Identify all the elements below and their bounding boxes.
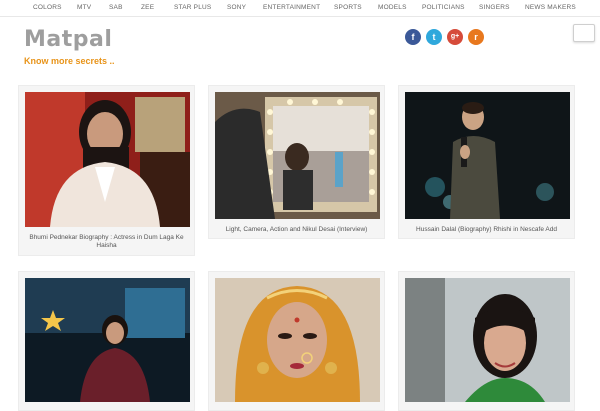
- post-card-4[interactable]: [18, 271, 195, 411]
- post-card-5[interactable]: [208, 271, 385, 411]
- post-thumbnail-6[interactable]: [405, 278, 570, 402]
- nav-item-mtv[interactable]: MTV: [77, 4, 91, 11]
- twitter-glyph: t: [432, 32, 436, 42]
- post-title-1[interactable]: Bhumi Pednekar Biography : Actress in Du…: [23, 234, 190, 250]
- nav-item-singers[interactable]: SINGERS: [479, 4, 510, 11]
- facebook-icon[interactable]: f: [405, 29, 421, 45]
- google-plus-glyph: g+: [450, 33, 460, 40]
- post-thumbnail-2[interactable]: [215, 92, 380, 219]
- bridal-portrait-image: [215, 278, 380, 402]
- top-navigation: COLORS MTV SAB ZEE STAR PLUS SONY ENTERT…: [0, 0, 600, 17]
- post-thumbnail-1[interactable]: [25, 92, 190, 227]
- site-tagline: Know more secrets ..: [24, 56, 115, 66]
- nav-item-models[interactable]: MODELS: [378, 4, 407, 11]
- post-card-3[interactable]: Hussain Dalal (Biography) Rhishi in Nesc…: [398, 85, 575, 239]
- twitter-icon[interactable]: t: [426, 29, 442, 45]
- nav-item-star-plus[interactable]: STAR PLUS: [174, 4, 211, 11]
- nav-item-sab[interactable]: SAB: [109, 4, 123, 11]
- facebook-glyph: f: [411, 32, 415, 42]
- post-thumbnail-5[interactable]: [215, 278, 380, 402]
- google-plus-icon[interactable]: g+: [447, 29, 463, 45]
- nav-item-sony[interactable]: SONY: [227, 4, 246, 11]
- woman-portrait-image: [25, 92, 190, 227]
- rss-glyph: r: [474, 32, 478, 42]
- nav-item-sports[interactable]: SPORTS: [334, 4, 362, 11]
- rss-icon[interactable]: r: [468, 29, 484, 45]
- nav-item-zee[interactable]: ZEE: [141, 4, 154, 11]
- nav-item-politicians[interactable]: POLITICIANS: [422, 4, 465, 11]
- woman-outdoor-image: [405, 278, 570, 402]
- post-card-1[interactable]: Bhumi Pednekar Biography : Actress in Du…: [18, 85, 195, 256]
- post-title-2[interactable]: Light, Camera, Action and Nikul Desai (I…: [213, 226, 380, 234]
- post-thumbnail-3[interactable]: [405, 92, 570, 219]
- stage-performer-image: [405, 92, 570, 219]
- menu-toggle-button[interactable]: [573, 24, 595, 42]
- post-thumbnail-4[interactable]: [25, 278, 190, 402]
- mirror-selfie-image: [215, 92, 380, 219]
- post-card-6[interactable]: [398, 271, 575, 411]
- post-card-2[interactable]: Light, Camera, Action and Nikul Desai (I…: [208, 85, 385, 239]
- site-logo[interactable]: Matpal: [24, 27, 112, 52]
- news-anchor-image: [25, 278, 190, 402]
- nav-item-entertainment[interactable]: ENTERTAINMENT: [263, 4, 320, 11]
- nav-item-news-makers[interactable]: NEWS MAKERS: [525, 4, 576, 11]
- post-title-3[interactable]: Hussain Dalal (Biography) Rhishi in Nesc…: [403, 226, 570, 234]
- nav-item-colors[interactable]: COLORS: [33, 4, 62, 11]
